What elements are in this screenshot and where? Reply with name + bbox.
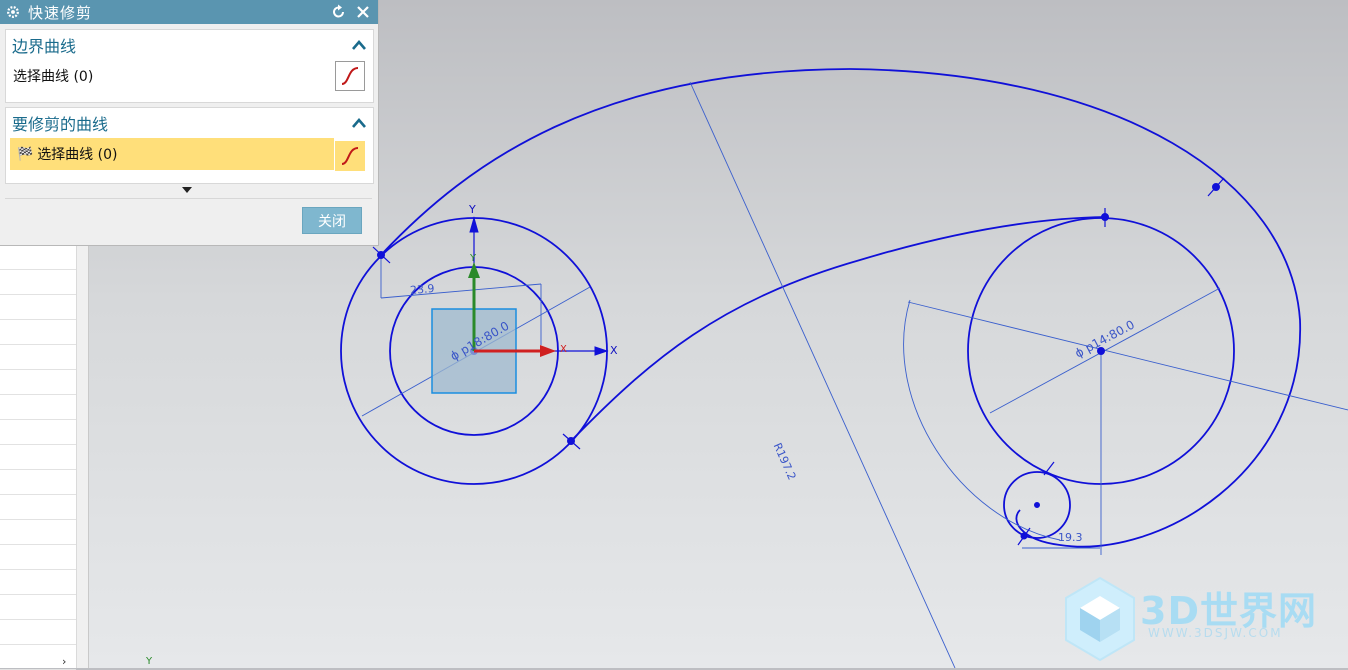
list-row[interactable] bbox=[0, 295, 76, 320]
list-row[interactable] bbox=[0, 545, 76, 570]
list-row[interactable] bbox=[0, 345, 76, 370]
trim-curves-group: 要修剪的曲线 🏁 选择曲线 (0) bbox=[5, 107, 374, 184]
dim-small-offset-label[interactable]: 19.3 bbox=[1058, 531, 1083, 544]
checkered-flag-icon: 🏁 bbox=[17, 146, 34, 162]
trim-select-label: 选择曲线 (0) bbox=[37, 147, 118, 163]
boundary-curves-header[interactable]: 边界曲线 bbox=[6, 30, 373, 60]
boundary-select-label: 选择曲线 (0) bbox=[13, 69, 94, 85]
trim-select-curve-button[interactable] bbox=[335, 141, 365, 171]
list-row[interactable] bbox=[0, 620, 76, 645]
chevron-right-icon[interactable]: › bbox=[62, 655, 66, 668]
boundary-select-row[interactable]: 选择曲线 (0) bbox=[6, 60, 373, 92]
outer-arc-curve[interactable] bbox=[380, 68, 1301, 548]
boundary-select-curve-button[interactable] bbox=[335, 61, 365, 91]
watermark-subtitle: WWW.3DSJW.COM bbox=[1148, 626, 1283, 640]
close-button[interactable]: 关闭 bbox=[302, 207, 362, 234]
gear-icon bbox=[7, 6, 19, 18]
list-row[interactable] bbox=[0, 495, 76, 520]
wcs-y-label: Y bbox=[469, 203, 476, 216]
list-row[interactable] bbox=[0, 370, 76, 395]
trim-curves-title: 要修剪的曲线 bbox=[12, 115, 109, 134]
wcs-x-label: X bbox=[610, 344, 618, 357]
trim-select-row[interactable]: 🏁 选择曲线 (0) bbox=[10, 138, 334, 170]
expand-more-icon[interactable] bbox=[181, 186, 193, 194]
chevron-up-icon[interactable] bbox=[351, 117, 367, 129]
close-icon[interactable] bbox=[354, 3, 372, 21]
dialog-titlebar[interactable]: 快速修剪 bbox=[0, 0, 378, 24]
cube-icon bbox=[1065, 576, 1135, 662]
chevron-up-icon[interactable] bbox=[351, 39, 367, 51]
quick-trim-dialog: 快速修剪 边界曲线 选择曲线 (0) 要修剪的曲线 🏁 选择曲线 (0) 关闭 bbox=[0, 0, 379, 246]
list-row[interactable] bbox=[0, 320, 76, 345]
csys-x-label: X bbox=[560, 344, 567, 355]
list-row[interactable] bbox=[0, 570, 76, 595]
trim-curves-header[interactable]: 要修剪的曲线 bbox=[6, 108, 373, 138]
list-row[interactable] bbox=[0, 520, 76, 545]
inner-connecting-curve[interactable] bbox=[570, 216, 1106, 442]
list-row[interactable] bbox=[0, 270, 76, 295]
list-row[interactable] bbox=[0, 470, 76, 495]
curve-icon bbox=[341, 147, 359, 165]
list-row[interactable] bbox=[0, 245, 76, 270]
list-row[interactable] bbox=[0, 395, 76, 420]
boundary-curves-group: 边界曲线 选择曲线 (0) bbox=[5, 29, 374, 103]
dialog-title: 快速修剪 bbox=[28, 3, 93, 22]
corner-y-label: Y bbox=[146, 656, 153, 667]
reset-icon[interactable] bbox=[330, 3, 348, 21]
csys-y-label: Y bbox=[470, 253, 477, 264]
watermark-logo: 3D世界网 WWW.3DSJW.COM bbox=[1062, 572, 1342, 668]
navigator-list[interactable]: › bbox=[0, 245, 89, 670]
list-row[interactable] bbox=[0, 445, 76, 470]
divider bbox=[5, 198, 372, 199]
boundary-curves-title: 边界曲线 bbox=[12, 37, 77, 56]
dim-offset-label[interactable]: 23.9 bbox=[409, 282, 435, 297]
curve-icon bbox=[341, 67, 359, 85]
list-scrollbar[interactable] bbox=[76, 245, 88, 668]
list-row[interactable] bbox=[0, 595, 76, 620]
list-row[interactable] bbox=[0, 420, 76, 445]
